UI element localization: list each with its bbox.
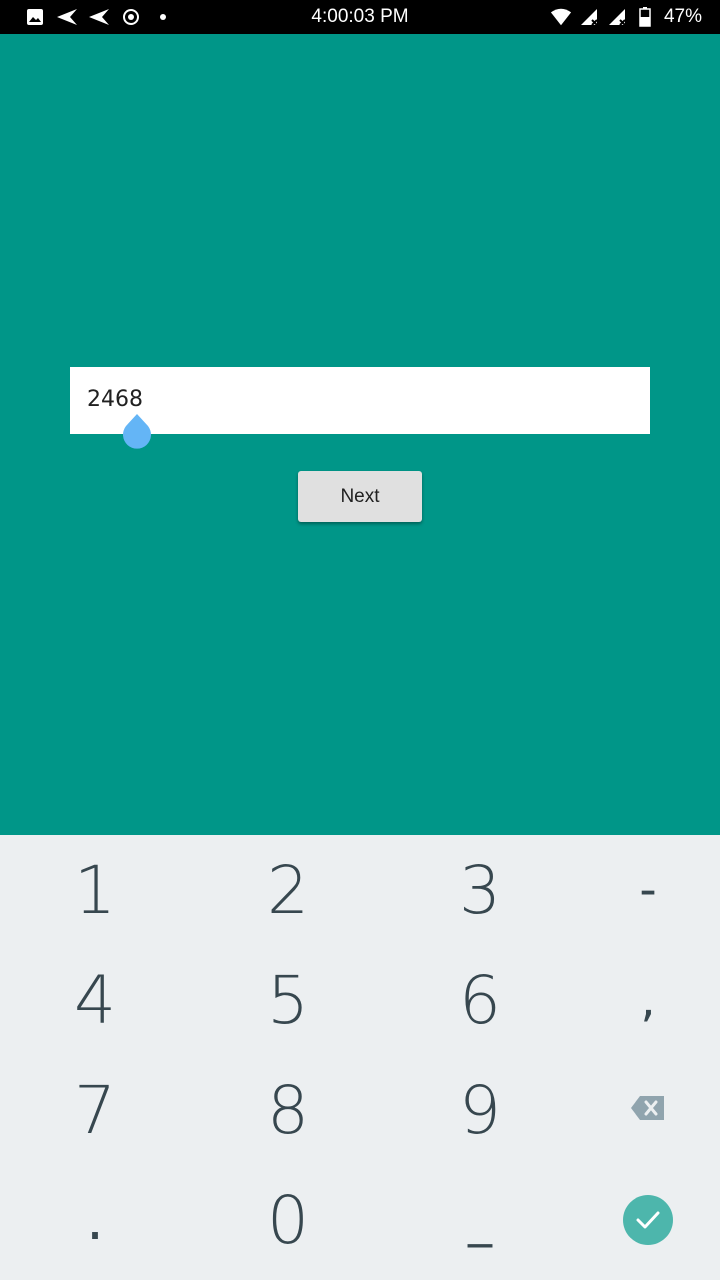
wifi-icon xyxy=(550,6,572,28)
key-4[interactable]: 4 xyxy=(5,945,185,1055)
done-button[interactable] xyxy=(558,1165,720,1275)
key-period[interactable]: . xyxy=(5,1165,185,1275)
key-7[interactable]: 7 xyxy=(5,1055,185,1165)
input-value[interactable]: 2468 xyxy=(87,387,143,412)
key-0[interactable]: 0 xyxy=(198,1165,378,1275)
cursor-handle-icon[interactable] xyxy=(120,414,154,454)
key-space[interactable]: _ xyxy=(390,1165,570,1275)
key-9[interactable]: 9 xyxy=(390,1055,570,1165)
next-button[interactable]: Next xyxy=(298,471,422,522)
signal-icon xyxy=(578,6,600,28)
number-input[interactable]: 2468 xyxy=(70,367,650,434)
key-8[interactable]: 8 xyxy=(198,1055,378,1165)
battery-icon xyxy=(634,6,656,28)
check-icon xyxy=(623,1195,673,1245)
numeric-keyboard: 1 2 3 - 4 5 6 , 7 8 9 . 0 _ xyxy=(0,835,720,1280)
backspace-icon xyxy=(630,1095,666,1125)
backspace-button[interactable] xyxy=(558,1055,720,1165)
main-content: 2468 Next xyxy=(0,34,720,835)
key-5[interactable]: 5 xyxy=(198,945,378,1055)
key-comma[interactable]: , xyxy=(558,945,720,1055)
key-1[interactable]: 1 xyxy=(5,835,185,945)
status-right-icons: 47% xyxy=(550,0,702,34)
key-6[interactable]: 6 xyxy=(390,945,570,1055)
key-3[interactable]: 3 xyxy=(390,835,570,945)
status-bar: 4:00:03 PM 47% xyxy=(0,0,720,34)
key-minus[interactable]: - xyxy=(558,835,720,945)
battery-percentage: 47% xyxy=(663,6,702,27)
signal-roaming-icon xyxy=(606,6,628,28)
key-2[interactable]: 2 xyxy=(198,835,378,945)
